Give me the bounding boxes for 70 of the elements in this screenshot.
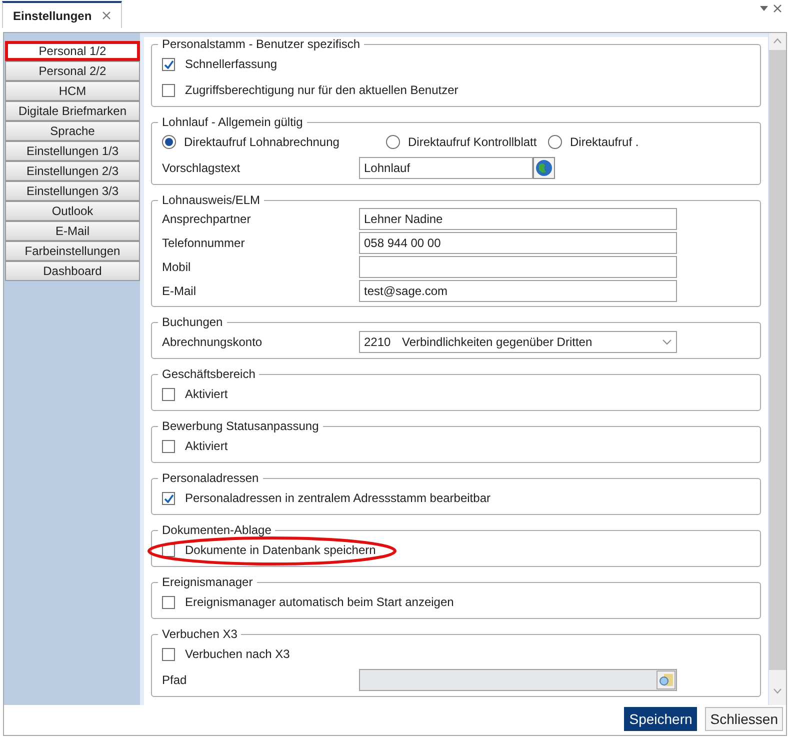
- group-title: Verbuchen X3: [161, 627, 238, 641]
- chevron-down-icon[interactable]: [773, 688, 782, 694]
- field-label: Vorschlagstext: [162, 160, 242, 177]
- sidebar-item[interactable]: Farbeinstellungen: [5, 241, 140, 261]
- checkbox-label: Dokumente in Datenbank speichern: [185, 542, 376, 559]
- radio-button[interactable]: [162, 135, 176, 149]
- checkbox[interactable]: [162, 58, 175, 70]
- group-title: Geschäftsbereich: [161, 367, 256, 381]
- radio-button[interactable]: [548, 135, 562, 149]
- group-title: Lohnlauf - Allgemein gültig: [161, 115, 304, 129]
- checkbox[interactable]: [162, 388, 175, 400]
- sidebar-item[interactable]: Dashboard: [5, 261, 140, 281]
- close-icon[interactable]: [102, 11, 111, 20]
- close-icon[interactable]: [773, 4, 782, 13]
- checkmark-icon: [164, 60, 174, 68]
- checkmark-icon: [164, 494, 174, 502]
- sidebar-item[interactable]: Digitale Briefmarken: [5, 101, 140, 121]
- globe-icon[interactable]: [533, 157, 555, 179]
- group-title: Lohnausweis/ELM: [161, 193, 262, 207]
- sidebar-item[interactable]: Personal 2/2: [5, 61, 140, 81]
- group-title: Dokumenten-Ablage: [161, 523, 272, 537]
- sidebar-item[interactable]: HCM: [5, 81, 140, 101]
- checkbox-label: Ereignismanager automatisch beim Start anzeigen: [185, 594, 454, 611]
- checkbox[interactable]: [162, 492, 175, 504]
- group-title: Ereignismanager: [161, 575, 254, 589]
- chevron-up-icon[interactable]: [773, 38, 782, 44]
- dropdown-icon[interactable]: [760, 6, 768, 11]
- radio-label: Direktaufruf Lohnabrechnung: [184, 134, 340, 151]
- group-title: Personaladressen: [161, 471, 260, 485]
- field-label: Mobil: [162, 259, 192, 276]
- sidebar-item[interactable]: Outlook: [5, 201, 140, 221]
- radio-label: Direktaufruf .: [570, 134, 639, 151]
- dropdown-field[interactable]: 2210 Verbindlichkeiten gegenüber Dritten: [359, 331, 677, 353]
- dialog-button[interactable]: Schliessen: [705, 707, 783, 731]
- chevron-down-icon: [662, 339, 672, 345]
- field-label: Ansprechpartner: [162, 211, 252, 228]
- account-name: Verbindlichkeiten gegenüber Dritten: [402, 334, 594, 351]
- sidebar-item[interactable]: Personal 1/2: [5, 41, 140, 61]
- input-field[interactable]: 058 944 00 00: [359, 232, 677, 254]
- dialog-button[interactable]: Speichern: [624, 707, 698, 731]
- input-field[interactable]: [359, 256, 677, 278]
- input-field[interactable]: test@sage.com: [359, 280, 677, 302]
- input-field[interactable]: Lohnlauf: [359, 157, 533, 179]
- field-label: Abrechnungskonto: [162, 334, 264, 351]
- checkbox-label: Aktiviert: [185, 438, 228, 455]
- input-field[interactable]: Lehner Nadine: [359, 208, 677, 230]
- checkbox-label: Verbuchen nach X3: [185, 646, 290, 663]
- sidebar-item[interactable]: Sprache: [5, 121, 140, 141]
- account-code: 2210: [364, 334, 392, 351]
- sidebar-item[interactable]: Einstellungen 1/3: [5, 141, 140, 161]
- checkbox-label: Aktiviert: [185, 386, 228, 403]
- sidebar-item[interactable]: Einstellungen 2/3: [5, 161, 140, 181]
- sidebar-item[interactable]: E-Mail: [5, 221, 140, 241]
- group-title: Personalstamm - Benutzer spezifisch: [161, 37, 362, 51]
- radio-label: Direktaufruf Kontrollblatt: [408, 134, 537, 151]
- checkbox-label: Schnellerfassung: [185, 56, 278, 73]
- field-label: E-Mail: [162, 283, 198, 300]
- checkbox[interactable]: [162, 84, 175, 96]
- group-title: Buchungen: [161, 315, 224, 329]
- radio-button[interactable]: [386, 135, 400, 149]
- field-label: Pfad: [162, 672, 188, 689]
- sidebar-item[interactable]: Einstellungen 3/3: [5, 181, 140, 201]
- group-title: Bewerbung Statusanpassung: [161, 419, 320, 433]
- field-label: Telefonnummer: [162, 235, 246, 252]
- checkbox-label: Zugriffsberechtigung nur für den aktuellen Benutzer: [185, 82, 458, 99]
- checkbox[interactable]: [162, 648, 175, 660]
- checkbox[interactable]: [162, 440, 175, 452]
- checkbox-label: Personaladressen in zentralem Adressstamm bearbeitbar: [185, 490, 490, 507]
- checkbox[interactable]: [162, 596, 175, 608]
- document-tab[interactable]: Einstellungen: [2, 1, 122, 28]
